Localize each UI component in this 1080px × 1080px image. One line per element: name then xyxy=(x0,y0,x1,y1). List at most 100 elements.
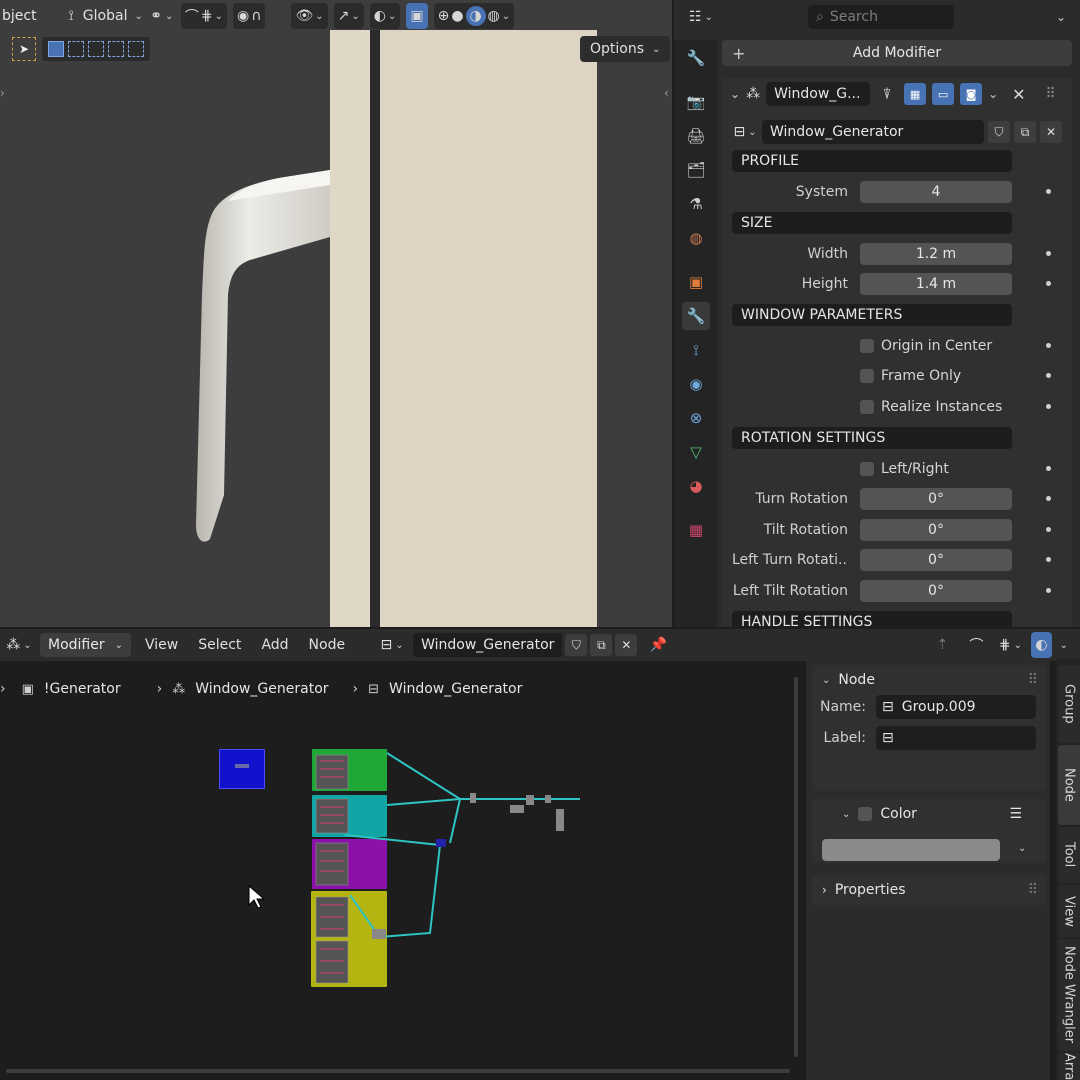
number-field[interactable]: 0° xyxy=(860,579,1012,602)
node-frame-purple[interactable] xyxy=(312,839,387,889)
proportional-group[interactable]: ◉ ∩ xyxy=(232,3,266,29)
rendered-shading-icon[interactable]: ◍ xyxy=(488,8,500,24)
properties-panel-header[interactable]: › Properties ⠿ xyxy=(812,875,1046,905)
keyframe-dot-icon[interactable] xyxy=(1046,557,1051,563)
keyframe-dot-icon[interactable] xyxy=(1046,250,1051,256)
checkbox-box[interactable] xyxy=(860,461,874,476)
duplicate-icon[interactable]: ⧉ xyxy=(1014,121,1036,143)
checkbox-box[interactable] xyxy=(860,399,874,414)
mode-label[interactable]: bject xyxy=(2,8,37,24)
node-panel-header[interactable]: ⌄ Node ⠿ xyxy=(812,665,1046,695)
unlink-close-icon[interactable]: ✕ xyxy=(1040,121,1062,143)
viewport-display-icon[interactable]: ▭ xyxy=(932,83,955,105)
keyframe-dot-icon[interactable] xyxy=(1046,496,1051,502)
modifier-name-field[interactable]: Window_G... xyxy=(766,82,871,106)
data-tab-icon[interactable]: ▽ xyxy=(682,438,710,466)
output-tab-icon[interactable]: 🖨 xyxy=(682,122,710,150)
sidebar-toggle-icon[interactable]: ‹ xyxy=(664,86,669,100)
tool-tab-icon[interactable]: 🔧 xyxy=(682,44,710,72)
checkbox[interactable]: Frame Only xyxy=(860,368,961,384)
menu-node[interactable]: Node xyxy=(303,637,352,653)
color-panel-header[interactable]: ⌄ Color ☰ xyxy=(812,799,1046,829)
chevron-down-icon[interactable]: ⌄ xyxy=(988,87,998,101)
snap-group[interactable]: ⌒ ⋕ ⌄ xyxy=(180,3,227,29)
3d-viewport[interactable]: bject ⟟ Global ⌄ ⚭ ⌄ ⌒ ⋕ ⌄ ◉ ∩ 👁 ⌄ ↗ ⌄ ◐ ⌄ ▣ ⊕ … xyxy=(0,0,672,627)
shading-group[interactable]: ⊕ ● ◑ ◍ ⌄ xyxy=(433,3,515,29)
checkbox[interactable]: Realize Instances xyxy=(860,399,1002,415)
chevron-down-icon[interactable]: ⌄ xyxy=(1060,640,1068,651)
horizontal-scrollbar[interactable] xyxy=(6,1069,790,1073)
tab-node-wrangler[interactable]: Node Wrangler xyxy=(1058,939,1080,1051)
orientation-dropdown[interactable]: ⟟ Global ⌄ xyxy=(69,3,143,29)
search-input[interactable]: ⌕ Search xyxy=(808,5,954,29)
menu-select[interactable]: Select xyxy=(192,637,247,653)
select-subtract-icon[interactable] xyxy=(88,41,104,57)
section-header[interactable]: WINDOW PARAMETERS xyxy=(732,303,1012,326)
number-field[interactable]: 1.2 m xyxy=(860,242,1012,265)
texture-tab-icon[interactable]: ▦ xyxy=(682,516,710,544)
keyframe-dot-icon[interactable] xyxy=(1046,342,1051,348)
node-editor[interactable]: ⁂ ⌄ Modifier ⌄ View Select Add Node ⊟ ⌄ Wi… xyxy=(0,629,1080,1080)
drag-handle-icon[interactable]: ⠿ xyxy=(1028,672,1038,688)
tab-arrange[interactable]: Arrang xyxy=(1058,1053,1080,1080)
tab-tool[interactable]: Tool xyxy=(1058,827,1080,883)
node-canvas[interactable]: › ▣ !Generator › ⁂ Window_Generator › ⊟ … xyxy=(0,659,800,1079)
modifier-tab-icon[interactable]: 🔧 xyxy=(682,302,710,330)
number-field[interactable]: 4 xyxy=(860,181,1012,203)
solid-shading-icon[interactable]: ● xyxy=(451,8,463,24)
add-modifier-button[interactable]: + Add Modifier xyxy=(722,40,1072,66)
color-checkbox[interactable] xyxy=(858,807,873,821)
world-tab-icon[interactable]: ◍ xyxy=(682,224,710,252)
keyframe-dot-icon[interactable] xyxy=(1046,373,1051,379)
vertical-scrollbar[interactable] xyxy=(794,677,798,1057)
node-group-name-field[interactable]: Window_Generator xyxy=(762,120,984,144)
view-layer-tab-icon[interactable]: 🗂 xyxy=(682,156,710,184)
fake-user-shield-icon[interactable]: ⛉ xyxy=(988,121,1010,143)
node-frame-cyan[interactable] xyxy=(312,795,387,837)
section-header[interactable]: ROTATION SETTINGS xyxy=(732,426,1012,449)
options-dropdown[interactable]: Options ⌄ xyxy=(580,36,671,62)
constraints-tab-icon[interactable]: ⊗ xyxy=(682,404,710,432)
edit-mode-icon[interactable]: ⍒ xyxy=(876,83,898,105)
parent-node-tree-icon[interactable]: ⇡ xyxy=(929,632,955,658)
drag-handle-icon[interactable]: ⠿ xyxy=(1028,882,1038,898)
number-field[interactable]: 0° xyxy=(860,549,1012,572)
snap-magnet-icon[interactable]: ⌒ xyxy=(963,632,989,658)
particles-tab-icon[interactable]: ⟟ xyxy=(682,336,710,364)
number-field[interactable]: 0° xyxy=(860,488,1012,511)
select-cursor-icon[interactable]: ➤ xyxy=(12,37,36,61)
section-header[interactable]: HANDLE SETTINGS xyxy=(732,610,1012,627)
select-new-icon[interactable] xyxy=(48,41,64,57)
keyframe-dot-icon[interactable] xyxy=(1046,189,1051,194)
menu-add[interactable]: Add xyxy=(255,637,294,653)
chevron-down-icon[interactable]: ⌄ xyxy=(1018,843,1026,854)
material-shading-icon[interactable]: ◑ xyxy=(465,6,486,26)
section-header[interactable]: PROFILE xyxy=(732,150,1012,172)
keyframe-dot-icon[interactable] xyxy=(1046,403,1051,409)
select-intersect-icon[interactable] xyxy=(128,41,144,57)
tab-node[interactable]: Node xyxy=(1058,745,1080,825)
duplicate-icon[interactable]: ⧉ xyxy=(590,634,613,656)
node-frame-blue[interactable] xyxy=(219,749,265,789)
overlay-group[interactable]: ◐ ⌄ xyxy=(369,3,401,29)
section-header[interactable]: SIZE xyxy=(732,211,1012,234)
tab-group[interactable]: Group xyxy=(1058,665,1080,743)
fake-user-shield-icon[interactable]: ⛉ xyxy=(565,634,588,656)
node-color-swatch[interactable] xyxy=(822,839,1000,861)
tab-view[interactable]: View xyxy=(1058,885,1080,937)
chevron-down-icon[interactable]: ⌄ xyxy=(1056,10,1066,24)
render-camera-icon[interactable]: ◙ xyxy=(960,83,983,105)
keyframe-dot-icon[interactable] xyxy=(1046,465,1051,471)
on-cage-icon[interactable]: ▦ xyxy=(904,83,927,105)
select-extend-icon[interactable] xyxy=(68,41,84,57)
editor-type-dropdown[interactable]: ⁂ ⌄ xyxy=(6,632,32,658)
render-tab-icon[interactable]: 📷 xyxy=(682,88,710,116)
select-invert-icon[interactable] xyxy=(108,41,124,57)
gizmo-group[interactable]: ↗ ⌄ xyxy=(333,3,364,29)
keyframe-dot-icon[interactable] xyxy=(1046,526,1051,532)
close-icon[interactable]: ✕ xyxy=(1012,85,1025,104)
object-tab-icon[interactable]: ▣ xyxy=(682,268,710,296)
keyframe-dot-icon[interactable] xyxy=(1046,587,1051,593)
checkbox-box[interactable] xyxy=(860,338,874,353)
node-tree-browse[interactable]: ⊟ ⌄ xyxy=(379,632,405,658)
